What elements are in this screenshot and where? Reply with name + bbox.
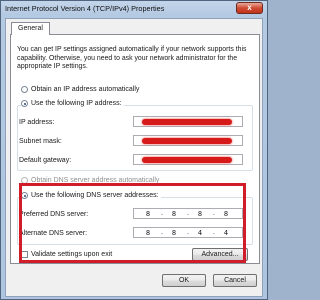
intro-text: You can get IP settings assigned automat… <box>17 46 247 71</box>
ok-button[interactable]: OK <box>162 274 206 287</box>
properties-window: Internet Protocol Version 4 (TCP/IPv4) P… <box>0 0 268 300</box>
subnet-mask-label: Subnet mask: <box>19 138 62 145</box>
use-following-ip-label: Use the following IP address: <box>31 100 122 107</box>
redaction-mark <box>142 157 232 163</box>
subnet-mask-field[interactable] <box>133 135 243 146</box>
cancel-button[interactable]: Cancel <box>213 274 257 287</box>
default-gateway-label: Default gateway: <box>19 157 72 164</box>
obtain-ip-auto-option[interactable]: Obtain an IP address automatically <box>21 86 139 93</box>
redaction-mark <box>142 119 232 125</box>
ip-address-label: IP address: <box>19 119 55 126</box>
window-title: Internet Protocol Version 4 (TCP/IPv4) P… <box>5 4 165 13</box>
default-gateway-field[interactable] <box>133 154 243 165</box>
tab-general[interactable]: General <box>11 22 50 35</box>
obtain-ip-auto-label: Obtain an IP address automatically <box>31 86 140 93</box>
dns-highlight-annotation <box>19 183 246 263</box>
use-following-ip-option[interactable]: Use the following IP address: <box>21 100 124 108</box>
ip-address-field[interactable] <box>133 116 243 127</box>
radio-obtain-ip-auto[interactable] <box>21 86 28 93</box>
radio-use-following-ip[interactable] <box>21 100 28 107</box>
redaction-mark <box>142 138 232 144</box>
title-bar: Internet Protocol Version 4 (TCP/IPv4) P… <box>1 1 267 17</box>
close-button[interactable]: x <box>236 2 263 14</box>
